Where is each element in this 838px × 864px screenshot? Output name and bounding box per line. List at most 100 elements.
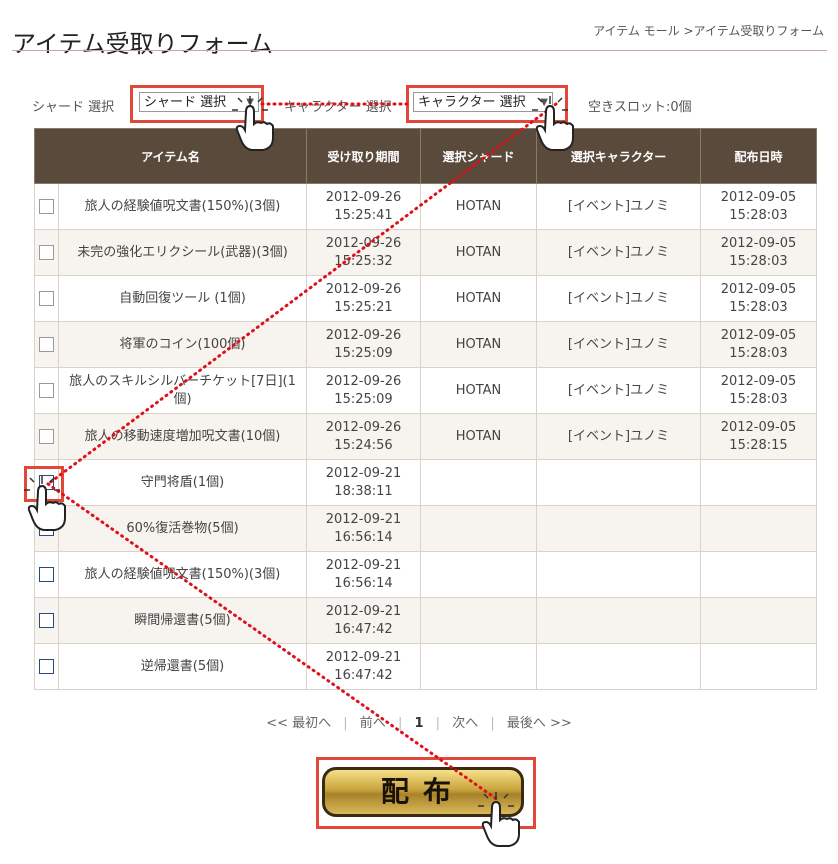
selected-shard xyxy=(420,643,537,690)
pager-separator: | xyxy=(490,716,495,731)
selected-character: [イベント]ユノミ xyxy=(536,275,701,322)
distribution-date xyxy=(700,643,817,690)
table-row: 自動回復ツール (1個) 2012-09-26 15:25:21 HOTAN [イ… xyxy=(34,275,817,322)
distribution-date: 2012-09-05 15:28:15 xyxy=(700,413,817,460)
breadcrumb[interactable]: アイテム モール >アイテム受取りフォーム xyxy=(593,22,824,39)
row-checkbox[interactable] xyxy=(39,428,54,444)
receive-period: 2012-09-21 16:47:42 xyxy=(306,597,421,644)
selected-character xyxy=(536,551,701,598)
selected-shard: HOTAN xyxy=(420,229,537,276)
distribution-date xyxy=(700,505,817,552)
distribution-date: 2012-09-05 15:28:03 xyxy=(700,275,817,322)
header-distribution-date: 配布日時 xyxy=(700,128,817,184)
selected-shard: HOTAN xyxy=(420,275,537,322)
distribution-date: 2012-09-05 15:28:03 xyxy=(700,367,817,414)
row-checkbox[interactable] xyxy=(39,244,54,260)
receive-period: 2012-09-21 16:56:14 xyxy=(306,551,421,598)
header-receive-period: 受け取り期間 xyxy=(306,128,421,184)
selected-character: [イベント]ユノミ xyxy=(536,229,701,276)
selected-shard xyxy=(420,505,537,552)
receive-period: 2012-09-26 15:25:21 xyxy=(306,275,421,322)
table-header-row: アイテム名 受け取り期間 選択シャード 選択キャラクター 配布日時 xyxy=(34,128,817,184)
receive-period: 2012-09-26 15:24:56 xyxy=(306,413,421,460)
selected-shard: HOTAN xyxy=(420,367,537,414)
receive-period: 2012-09-26 15:25:41 xyxy=(306,183,421,230)
item-name: 逆帰還書(5個) xyxy=(58,643,307,690)
selected-character xyxy=(536,597,701,644)
receive-period: 2012-09-21 18:38:11 xyxy=(306,459,421,506)
distribution-date: 2012-09-05 15:28:03 xyxy=(700,321,817,368)
receive-period: 2012-09-26 15:25:09 xyxy=(306,367,421,414)
item-name: 未完の強化エリクシール(武器)(3個) xyxy=(58,229,307,276)
page-first-link[interactable]: << 最初へ xyxy=(266,716,331,731)
selected-shard xyxy=(420,459,537,506)
distribution-date: 2012-09-05 15:28:03 xyxy=(700,183,817,230)
selected-shard: HOTAN xyxy=(420,321,537,368)
shard-label: シャード 選択 xyxy=(32,100,115,115)
row-checkbox[interactable] xyxy=(39,290,54,306)
distribution-date xyxy=(700,551,817,598)
title-divider xyxy=(12,50,827,51)
item-name: 守門将盾(1個) xyxy=(58,459,307,506)
selected-character xyxy=(536,505,701,552)
table-row: 旅人の経験値呪文書(150%)(3個) 2012-09-21 16:56:14 xyxy=(34,551,817,598)
shard-select-highlight xyxy=(130,85,264,123)
selected-shard: HOTAN xyxy=(420,413,537,460)
page-last-link[interactable]: 最後へ >> xyxy=(507,716,572,731)
table-row: 未完の強化エリクシール(武器)(3個) 2012-09-26 15:25:32 H… xyxy=(34,229,817,276)
item-name: 旅人の移動速度増加呪文書(10個) xyxy=(58,413,307,460)
selected-character xyxy=(536,459,701,506)
row-checkbox[interactable] xyxy=(39,612,54,628)
item-name: 将軍のコイン(100個) xyxy=(58,321,307,368)
item-name: 旅人の経験値呪文書(150%)(3個) xyxy=(58,183,307,230)
header-selected-character: 選択キャラクター xyxy=(536,128,701,184)
table-row: 旅人の移動速度増加呪文書(10個) 2012-09-26 15:24:56 HOT… xyxy=(34,413,817,460)
checkbox-highlight xyxy=(24,466,64,502)
item-name: 瞬間帰還書(5個) xyxy=(58,597,307,644)
row-checkbox[interactable] xyxy=(39,566,54,582)
empty-slots-label: 空きスロット:0個 xyxy=(588,100,692,115)
pager-separator: | xyxy=(343,716,348,731)
item-name: 旅人の経験値呪文書(150%)(3個) xyxy=(58,551,307,598)
pager-separator: | xyxy=(397,716,403,731)
selected-character xyxy=(536,643,701,690)
page-title: アイテム受取りフォーム xyxy=(12,30,273,59)
table-row: 60%復活巻物(5個) 2012-09-21 16:56:14 xyxy=(34,505,817,552)
selected-character: [イベント]ユノミ xyxy=(536,413,701,460)
row-checkbox[interactable] xyxy=(39,382,54,398)
item-name: 自動回復ツール (1個) xyxy=(58,275,307,322)
selected-shard xyxy=(420,551,537,598)
page-next-link[interactable]: 次へ xyxy=(452,716,478,731)
character-label: キャラクター 選択 xyxy=(284,100,392,115)
table-row: 瞬間帰還書(5個) 2012-09-21 16:47:42 xyxy=(34,597,817,644)
selected-character: [イベント]ユノミ xyxy=(536,321,701,368)
receive-period: 2012-09-21 16:56:14 xyxy=(306,505,421,552)
selected-character: [イベント]ユノミ xyxy=(536,367,701,414)
table-row: 将軍のコイン(100個) 2012-09-26 15:25:09 HOTAN [イ… xyxy=(34,321,817,368)
row-checkbox[interactable] xyxy=(39,520,54,536)
table-row: 守門将盾(1個) 2012-09-21 18:38:11 xyxy=(34,459,817,506)
selected-shard xyxy=(420,597,537,644)
table-row: 旅人のスキルシルバーチケット[7日](1個) 2012-09-26 15:25:0… xyxy=(34,367,817,414)
distribution-date xyxy=(700,597,817,644)
table-row: 逆帰還書(5個) 2012-09-21 16:47:42 xyxy=(34,643,817,690)
selected-shard: HOTAN xyxy=(420,183,537,230)
character-select-highlight xyxy=(406,85,568,123)
page-current[interactable]: 1 xyxy=(414,716,423,731)
receive-period: 2012-09-21 16:47:42 xyxy=(306,643,421,690)
pagination: << 最初へ | 前へ | 1 | 次へ | 最後へ >> xyxy=(0,712,838,731)
pager-separator: | xyxy=(435,716,441,731)
table-row: 旅人の経験値呪文書(150%)(3個) 2012-09-26 15:25:41 H… xyxy=(34,183,817,230)
item-name: 60%復活巻物(5個) xyxy=(58,505,307,552)
distribution-date xyxy=(700,459,817,506)
distribute-button[interactable]: 配布 xyxy=(322,767,524,817)
row-checkbox[interactable] xyxy=(39,198,54,214)
receive-period: 2012-09-26 15:25:32 xyxy=(306,229,421,276)
row-checkbox[interactable] xyxy=(39,336,54,352)
selected-character: [イベント]ユノミ xyxy=(536,183,701,230)
page-prev-link[interactable]: 前へ xyxy=(360,716,386,731)
distribute-area: 配布 xyxy=(316,757,536,829)
item-name: 旅人のスキルシルバーチケット[7日](1個) xyxy=(58,367,307,414)
header-selected-shard: 選択シャード xyxy=(420,128,537,184)
row-checkbox[interactable] xyxy=(39,658,54,674)
